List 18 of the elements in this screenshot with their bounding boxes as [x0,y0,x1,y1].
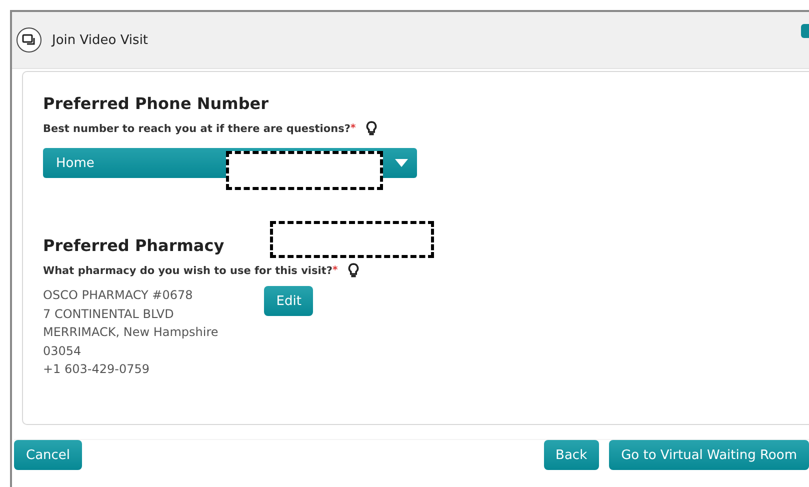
question-label: Best number to reach you at if there are questions?* [43,122,356,134]
lightbulb-icon [366,121,377,136]
section-heading: Preferred Phone Number [43,94,269,113]
address-line: +1 603-429-0759 [43,361,151,378]
back-button[interactable]: Back [544,440,600,470]
cancel-button[interactable]: Cancel [14,440,82,470]
lightbulb-icon [348,263,359,278]
edit-button[interactable]: Edit [264,286,314,316]
address-line: MERRIMACK, New Hampshire [43,324,218,341]
address-line: 7 CONTINENTAL BLVD [43,306,175,322]
chat-icon [16,27,42,53]
caret-icon [395,159,408,167]
section-heading: Preferred Pharmacy [43,236,224,255]
address-line: OSCO PHARMACY #0678 [43,287,194,304]
window-title: Join Video Visit [52,32,148,48]
waiting-room-button[interactable]: Go to Virtual Waiting Room [609,440,809,470]
question-label: What pharmacy do you wish to use for this visit?* [43,264,338,276]
address-line: 03054 [43,342,82,360]
